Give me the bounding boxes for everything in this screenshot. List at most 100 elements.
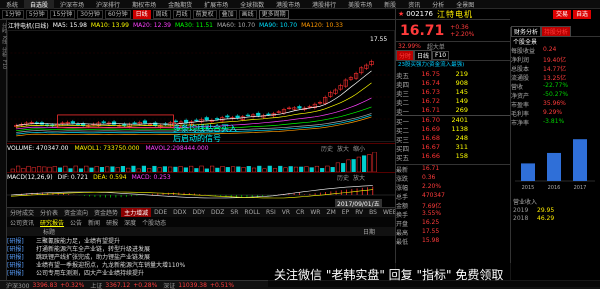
stock-code: 002176 — [406, 10, 434, 18]
indicator-tab[interactable]: CR — [293, 209, 307, 216]
candle-body — [256, 112, 261, 116]
index-name[interactable]: 上证 — [90, 281, 102, 289]
news-item[interactable]: [研报] 业绩有望一季报迎拐点，九龙新能源汽车销量大增110% — [7, 260, 307, 269]
news-header-title: 标题 — [43, 229, 56, 236]
fundamentals-tab[interactable]: 财务分析 — [511, 26, 542, 37]
trade-button[interactable]: 交易 — [553, 10, 572, 19]
top-menu-item[interactable]: 沪深排行 — [90, 0, 126, 9]
fund-flow-link[interactable]: 23股买强力(资金流入最强) — [396, 61, 510, 70]
star-icon[interactable]: ★ — [398, 10, 404, 18]
indicator-tab[interactable]: DDZ — [208, 209, 227, 216]
indicator-tab[interactable]: DDE — [151, 209, 170, 216]
news-header: 标题 日期 — [7, 227, 395, 236]
period-button[interactable]: 1分钟 — [2, 9, 24, 19]
indicator-tab[interactable]: 分时成交 — [7, 208, 37, 217]
top-menu-item[interactable]: 扩展市场 — [198, 0, 234, 9]
news-item[interactable]: [研报] 公司专用车测测，四大产业业绩持续提升 — [7, 268, 307, 277]
news-title: 业绩有望一季报迎拐点，九龙新能源汽车销量大增110% — [36, 262, 186, 269]
quote-tab[interactable]: 分时 — [396, 50, 415, 61]
quote-tab[interactable]: 日线 — [414, 50, 433, 61]
period-button[interactable]: 周线 — [152, 9, 171, 19]
fundamental-key: 毛利率 — [511, 111, 530, 118]
news-item[interactable]: [研报] 三聚氰胺能力足，业绩有望提升 — [7, 236, 307, 245]
index-name[interactable]: 沪深300 — [6, 281, 29, 289]
ma-header: 江特电机(日线) MA5: 15.98 MA10: 13.99 MA20: 12.39… — [8, 20, 403, 30]
top-menu-item[interactable]: 全景图 — [450, 0, 480, 9]
fundamental-key: 净资产 — [511, 93, 530, 100]
top-menu-item[interactable]: 分析 — [426, 0, 450, 9]
period-button[interactable]: 60分钟 — [104, 9, 131, 19]
indicator-tab[interactable]: ZM — [323, 209, 338, 216]
stat-value: 2.20% — [422, 183, 442, 190]
change-ratio: 32.99% — [398, 43, 421, 50]
period-button[interactable]: 30分钟 — [77, 9, 103, 19]
indicator-tab[interactable]: ROLL — [241, 209, 263, 216]
info-tab[interactable]: 公告 — [67, 218, 85, 227]
period-button[interactable]: 月线 — [172, 9, 191, 19]
fundamental-row: 流通股 13.25亿 — [511, 73, 600, 82]
indicator-tab[interactable]: DDX — [170, 209, 189, 216]
watchlist-button[interactable]: 自选 — [573, 10, 592, 19]
top-menu-item[interactable]: 资讯 — [402, 0, 426, 9]
ma-value: MA10: 13.99 — [90, 21, 129, 29]
stat-key: 总手 — [396, 194, 409, 201]
info-tab[interactable]: 研报 — [103, 218, 121, 227]
indicator-tab[interactable]: EP — [339, 209, 352, 216]
info-tab[interactable]: 个股动态 — [139, 218, 169, 227]
top-menu-item[interactable]: 自选股 — [24, 0, 55, 9]
top-menu-item[interactable]: 全球指数 — [234, 0, 270, 9]
order-row: 买五 16.66 158 — [396, 152, 510, 162]
quote-tab[interactable]: F10 — [432, 51, 450, 60]
fundamentals-tab[interactable]: 持股分析 — [541, 26, 572, 37]
annotation-line-1: 多条均线粘合买入 — [173, 124, 237, 133]
news-item[interactable]: [研报] 打通新能源汽车全产业链，转型升级进发展 — [7, 244, 307, 253]
news-item[interactable]: [研报] 跳跃锂产线扩张完成，助力锂盐产业链发展 — [7, 252, 307, 261]
toolbar-option[interactable]: 叠加 — [218, 9, 237, 19]
indicator-tab[interactable]: 资金流向 — [61, 208, 91, 217]
candle-body — [153, 122, 158, 126]
indicator-tab[interactable]: 分价表 — [37, 208, 61, 217]
fundamental-key: 市净率 — [511, 120, 530, 127]
period-button[interactable]: 日线 — [132, 9, 151, 19]
top-menu-item[interactable]: 系统 — [0, 0, 24, 9]
fundamental-row: 净利润 19.40亿 — [511, 55, 600, 64]
top-menu-item[interactable]: 港股市场 — [270, 0, 306, 9]
stat-value: 17.55 — [422, 228, 440, 235]
indicator-tab[interactable]: RSI — [263, 209, 279, 216]
volume-bar — [372, 152, 377, 172]
indicator-tab[interactable]: SR — [227, 209, 241, 216]
indicator-tab[interactable]: DDY — [189, 209, 208, 216]
index-change: +0.32% — [60, 281, 85, 289]
top-menu-item[interactable]: 港股排行 — [306, 0, 342, 9]
indicator-tab[interactable]: BS — [366, 209, 380, 216]
toolbar-option[interactable]: 前复权 — [192, 9, 217, 19]
period-button[interactable]: 5分钟 — [25, 9, 48, 19]
indicator-tab[interactable]: VR — [279, 209, 293, 216]
info-tab[interactable]: 公司资讯 — [7, 218, 37, 227]
period-button[interactable]: 15分钟 — [49, 9, 76, 19]
order-price: 16.71 — [421, 106, 440, 114]
order-price: 16.74 — [421, 79, 440, 87]
indicator-tab[interactable]: RV — [352, 209, 366, 216]
indicator-tab[interactable]: 资金趋势 — [91, 208, 121, 217]
info-tab[interactable]: 深度 — [121, 218, 139, 227]
fundamentals-list: 每股收益 0.24 净利润 19.40亿 总股本 14.77亿 流通股 13.25亿 营收 -22… — [511, 46, 600, 127]
top-menu-item[interactable]: 美股市场 — [342, 0, 378, 9]
indicator-tab[interactable]: 主力增减 — [121, 208, 152, 217]
toolbar-option[interactable]: 更多周期 — [258, 9, 289, 19]
toolbar-option[interactable]: 画线 — [238, 9, 257, 19]
date-label: 2017/09/01/五 — [335, 199, 382, 208]
price-pct: +2.20% — [450, 30, 475, 38]
index-name[interactable]: 深证 — [163, 281, 175, 289]
stat-row: 总手 470347 — [396, 192, 510, 201]
top-menu-item[interactable]: 新股 — [378, 0, 402, 9]
top-menu-item[interactable]: 期权市场 — [126, 0, 162, 9]
info-tab[interactable]: 新闻 — [85, 218, 103, 227]
top-menu-item[interactable]: 沪深市场 — [54, 0, 90, 9]
order-volume: 158 — [455, 152, 468, 160]
top-menu-item[interactable]: 金融期货 — [162, 0, 198, 9]
revenue-row: 2018 46.29 — [511, 214, 600, 222]
indicator-tab[interactable]: WR — [307, 209, 323, 216]
info-tab[interactable]: 研究报告 — [37, 218, 67, 227]
panorama-title: 个股全景 — [513, 39, 538, 46]
